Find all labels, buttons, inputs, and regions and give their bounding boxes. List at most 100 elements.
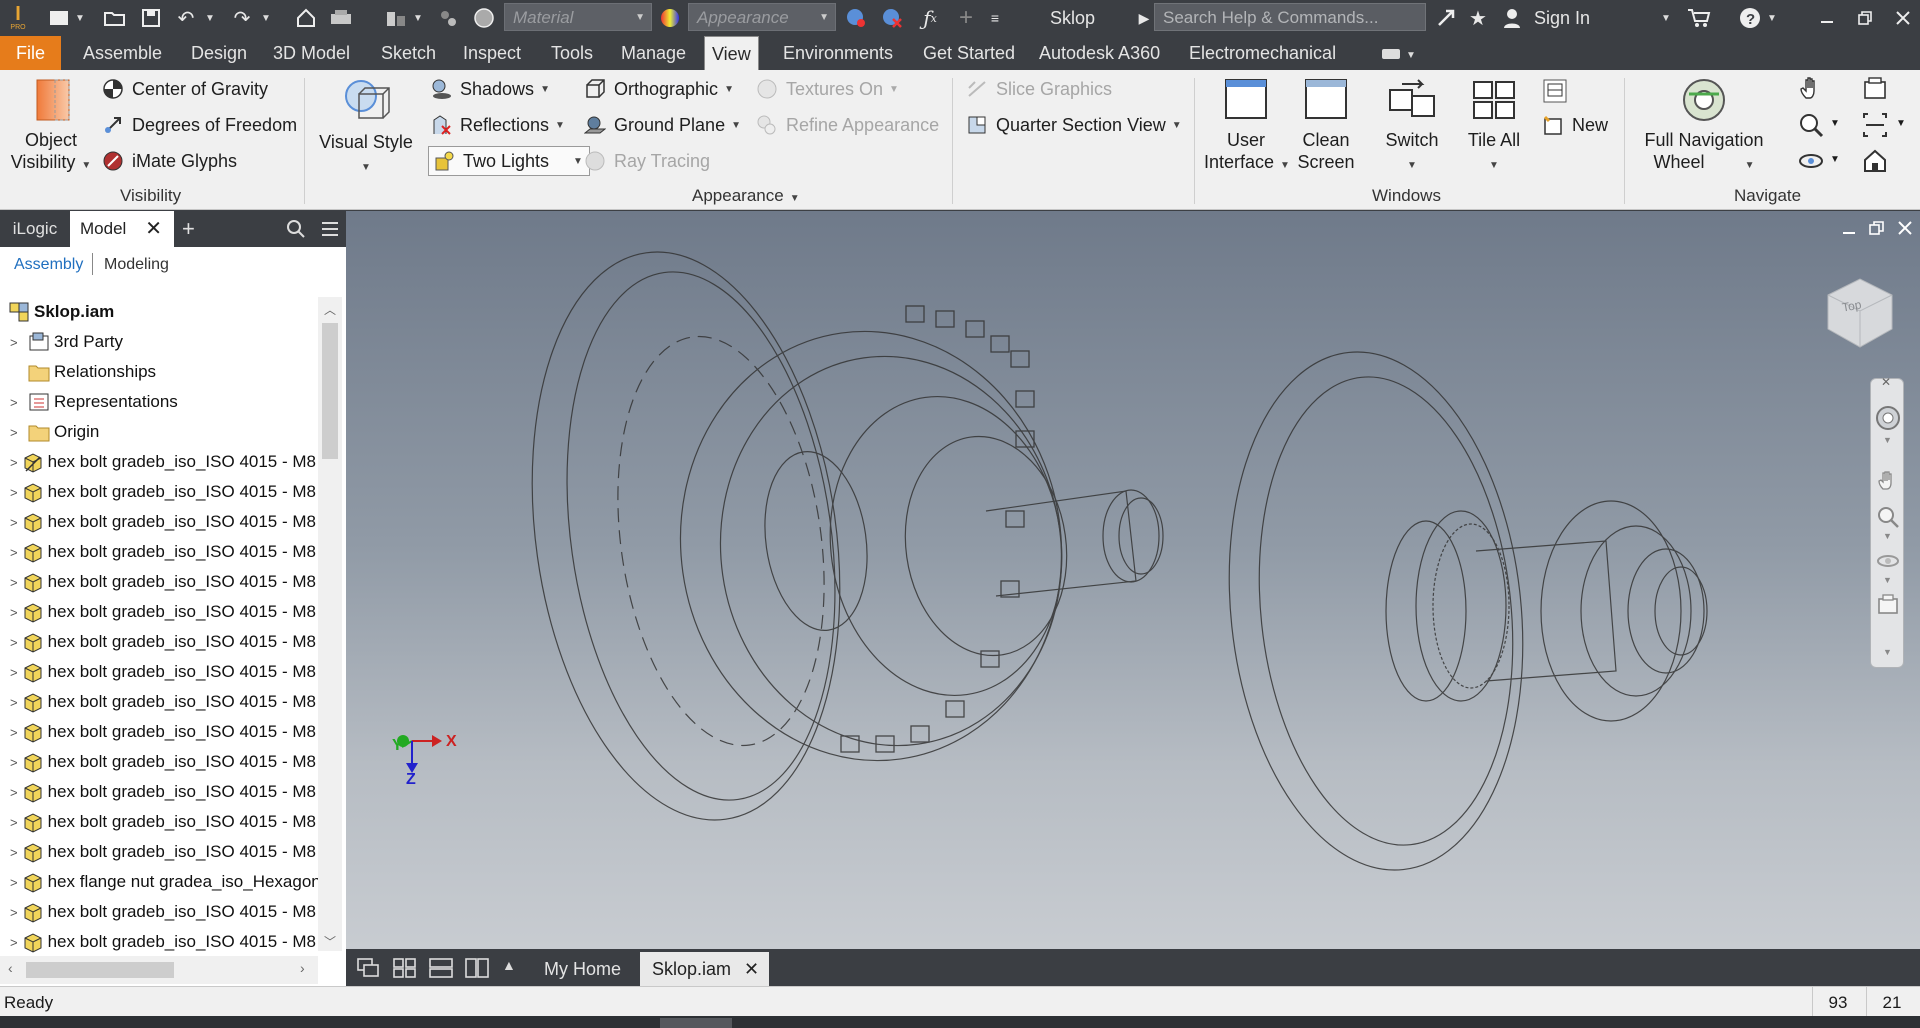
look-at-icon[interactable]	[1862, 76, 1892, 104]
expand-chevron-icon[interactable]: >	[10, 935, 18, 950]
tile-docs-icon[interactable]	[392, 957, 418, 979]
undo-icon[interactable]: ↶	[172, 0, 200, 36]
tree-item[interactable]: > hex bolt gradeb_iso_ISO 4015 - M8 :	[0, 747, 320, 777]
redo-icon[interactable]: ↷	[228, 0, 256, 36]
expand-chevron-icon[interactable]: >	[10, 665, 18, 680]
parameters-fx-icon[interactable]: ƒx	[916, 0, 944, 36]
browser-menu-icon[interactable]	[320, 211, 342, 247]
ribbon-display-toggle-icon[interactable]: ▼	[1380, 44, 1416, 62]
expand-chevron-icon[interactable]: >	[10, 575, 18, 590]
tab-inspect[interactable]: Inspect	[456, 36, 528, 70]
clean-screen-button[interactable]: Clean Screen	[1290, 76, 1362, 173]
tab-view[interactable]: View	[704, 36, 759, 70]
imate-glyphs-button[interactable]: iMate Glyphs	[102, 150, 237, 172]
tree-item[interactable]: > hex bolt gradeb_iso_ISO 4015 - M8 :	[0, 837, 320, 867]
appearance-combo[interactable]: Appearance ▼	[688, 3, 836, 31]
zoom-all-dropdown-icon[interactable]: ▼	[1896, 118, 1906, 129]
tab-file[interactable]: File	[0, 36, 62, 70]
app-logo-icon[interactable]: I PRO	[4, 0, 32, 36]
home-view-icon[interactable]	[1862, 148, 1892, 176]
tree-item[interactable]: > hex bolt gradeb_iso_ISO 4015 - M8 :	[0, 927, 320, 957]
appearance-sphere-icon[interactable]	[656, 0, 684, 36]
appearance-group-label[interactable]: Appearance ▼	[692, 186, 800, 206]
navbar-pan-icon[interactable]	[1876, 469, 1900, 493]
textures-on-button[interactable]: Textures On ▼	[756, 78, 899, 100]
close-tab-icon[interactable]: ✕	[145, 211, 162, 247]
user-interface-button[interactable]: User Interface ▼	[1204, 76, 1290, 177]
print-icon[interactable]	[326, 0, 356, 36]
doc-list-expand-icon[interactable]: ▲	[502, 957, 516, 973]
scroll-left-icon[interactable]: ‹	[8, 960, 13, 976]
expand-chevron-icon[interactable]: >	[10, 425, 24, 440]
tree-item[interactable]: > hex bolt gradeb_iso_ISO 4015 - M8 :	[0, 627, 320, 657]
tab-sklop-iam[interactable]: Sklop.iam ✕	[640, 952, 770, 986]
tab-tools[interactable]: Tools	[544, 36, 600, 70]
tab-3d-model[interactable]: 3D Model	[266, 36, 357, 70]
expand-chevron-icon[interactable]: >	[10, 635, 18, 650]
tab-electromechanical[interactable]: Electromechanical	[1182, 36, 1343, 70]
help-dropdown-icon[interactable]: ▼	[1764, 0, 1780, 36]
help-icon[interactable]: ?	[1736, 0, 1764, 36]
expand-chevron-icon[interactable]: >	[10, 335, 24, 350]
expand-chevron-icon[interactable]: >	[10, 905, 18, 920]
tile-horizontal-icon[interactable]	[428, 957, 454, 979]
tree-item[interactable]: > hex bolt gradeb_iso_ISO 4015 - M8 :	[0, 777, 320, 807]
new-file-icon[interactable]	[46, 0, 72, 36]
tab-my-home[interactable]: My Home	[532, 952, 633, 986]
ground-plane-button[interactable]: Ground Plane ▼	[584, 114, 741, 136]
tab-get-started[interactable]: Get Started	[916, 36, 1022, 70]
communication-center-icon[interactable]	[1432, 0, 1460, 36]
material-combo[interactable]: Material ▼	[504, 3, 652, 31]
favorites-star-icon[interactable]: ★	[1464, 0, 1492, 36]
browser-search-icon[interactable]	[286, 211, 308, 247]
navbar-look-at-icon[interactable]	[1876, 593, 1900, 617]
expand-chevron-icon[interactable]: >	[10, 695, 18, 710]
scroll-down-icon[interactable]: ﹀	[324, 933, 336, 950]
tree-item[interactable]: > hex flange nut gradea_iso_Hexagon	[0, 867, 320, 897]
save-icon[interactable]	[138, 0, 164, 36]
scroll-thumb[interactable]	[322, 323, 338, 459]
tab-design[interactable]: Design	[184, 36, 254, 70]
navbar-orbit-dropdown-icon[interactable]: ▼	[1883, 575, 1892, 585]
add-tab-plus-icon[interactable]: +	[182, 211, 206, 247]
slice-graphics-button[interactable]: Slice Graphics	[966, 78, 1112, 100]
viewport-minimize-icon[interactable]	[1840, 219, 1860, 237]
expand-chevron-icon[interactable]: >	[10, 815, 18, 830]
subtab-modeling[interactable]: Modeling	[104, 256, 169, 274]
refine-appearance-button[interactable]: Refine Appearance	[756, 114, 939, 136]
customize-toolbar-icon[interactable]: ≡	[984, 0, 1006, 36]
degrees-of-freedom-button[interactable]: Degrees of Freedom	[102, 114, 297, 136]
full-navigation-wheel-button[interactable]: Full Navigation Wheel ▼	[1634, 76, 1774, 177]
object-visibility-button[interactable]: Object Visibility ▼	[8, 76, 94, 177]
navbar-wheel-dropdown-icon[interactable]: ▼	[1883, 435, 1892, 445]
hscroll-thumb[interactable]	[26, 962, 174, 978]
clear-appearance-icon[interactable]	[878, 0, 906, 36]
tree-item[interactable]: > hex bolt gradeb_iso_ISO 4015 - M8 :	[0, 597, 320, 627]
sphere-material-icon[interactable]	[470, 0, 498, 36]
adjust-appearance-icon[interactable]	[842, 0, 870, 36]
zoom-all-icon[interactable]	[1862, 112, 1892, 140]
tab-autodesk-a360[interactable]: Autodesk A360	[1032, 36, 1167, 70]
expand-chevron-icon[interactable]: >	[10, 845, 18, 860]
zoom-icon[interactable]	[1798, 112, 1828, 140]
vertical-scrollbar[interactable]: ︿ ﹀	[318, 297, 342, 951]
viewport-restore-icon[interactable]	[1868, 219, 1888, 237]
orbit-dropdown-icon[interactable]: ▼	[1830, 154, 1840, 165]
select-icon[interactable]	[434, 0, 462, 36]
subtab-assembly[interactable]: Assembly	[14, 256, 83, 274]
lighting-style-dropdown[interactable]: Two Lights ▼	[428, 146, 590, 176]
scroll-up-icon[interactable]: ︿	[324, 301, 336, 318]
close-window-icon[interactable]	[1890, 0, 1916, 36]
redo-dropdown-icon[interactable]: ▼	[258, 0, 274, 36]
undo-dropdown-icon[interactable]: ▼	[202, 0, 218, 36]
tab-environments[interactable]: Environments	[776, 36, 900, 70]
sign-in-dropdown-icon[interactable]: ▼	[1656, 0, 1676, 36]
tree-item[interactable]: > hex bolt gradeb_iso_ISO 4015 - M8 :	[0, 897, 320, 927]
tree-item[interactable]: > hex bolt gradeb_iso_ISO 4015 - M8 :	[0, 717, 320, 747]
tree-item[interactable]: > Representations	[0, 387, 320, 417]
scroll-right-icon[interactable]: ›	[300, 960, 305, 976]
tree-item[interactable]: > hex bolt gradeb_iso_ISO 4015 - M8 :	[0, 477, 320, 507]
zoom-dropdown-icon[interactable]: ▼	[1830, 118, 1840, 129]
expand-chevron-icon[interactable]: >	[10, 785, 18, 800]
tree-item[interactable]: > hex bolt gradeb_iso_ISO 4015 - M8 :	[0, 657, 320, 687]
